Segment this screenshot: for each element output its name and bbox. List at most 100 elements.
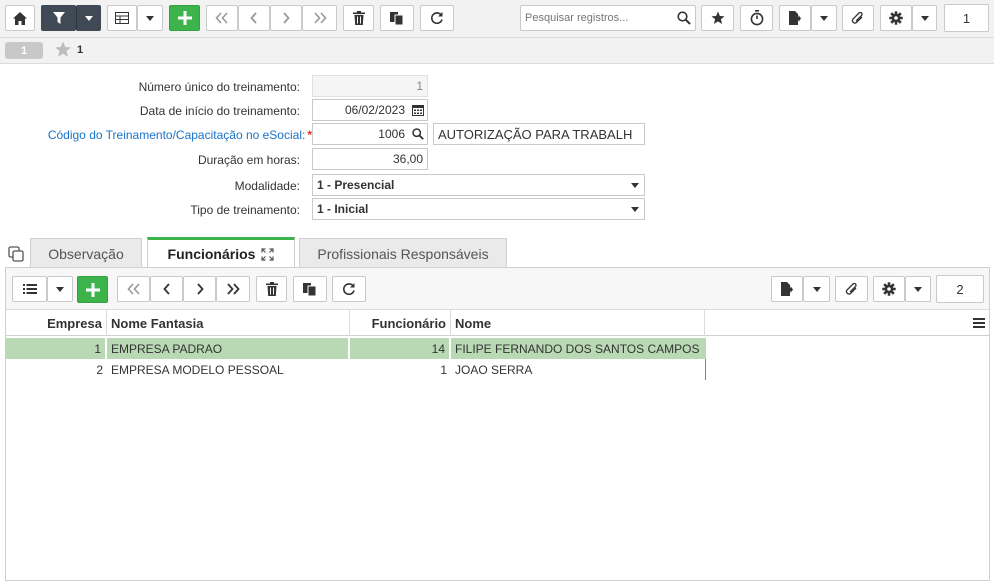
column-header-nome[interactable]: Nome (451, 310, 705, 336)
duration-value: 36,00 (392, 152, 423, 166)
tab-funcionarios[interactable]: Funcionários (147, 237, 295, 268)
file-export-icon (789, 11, 801, 25)
page-number-box[interactable]: 1 (944, 4, 989, 32)
table-row[interactable]: 2 EMPRESA MODELO PESSOAL 1 JOAO SERRA (6, 359, 706, 380)
search-icon[interactable] (409, 128, 427, 140)
list-view-dropdown-button[interactable] (47, 276, 73, 302)
home-button[interactable] (5, 5, 35, 31)
modality-value: 1 - Presencial (317, 178, 395, 192)
export-grid-button[interactable] (771, 276, 803, 302)
tab-observacao[interactable]: Observação (30, 238, 142, 268)
esocial-code-value: 1006 (378, 127, 405, 141)
grid-settings-button[interactable] (873, 276, 905, 302)
double-chevron-right-icon (313, 12, 327, 24)
search-box (520, 5, 696, 31)
training-type-label: Tipo de treinamento: (190, 203, 300, 217)
first-row-button[interactable] (117, 276, 150, 302)
export-dropdown-button[interactable] (811, 5, 837, 31)
star-icon[interactable] (54, 41, 72, 58)
copy-icon (303, 283, 317, 296)
training-id-label: Número único do treinamento: (138, 80, 300, 94)
training-type-value: 1 - Inicial (317, 202, 369, 216)
last-record-button[interactable] (302, 5, 337, 31)
calendar-icon[interactable] (409, 104, 427, 116)
duplicate-row-button[interactable] (293, 276, 327, 302)
timer-button[interactable] (740, 5, 773, 31)
duration-label: Duração em horas: (197, 153, 300, 167)
table-icon (115, 12, 129, 24)
list-view-button[interactable] (12, 276, 47, 302)
grid-settings-dropdown-button[interactable] (905, 276, 931, 302)
cell-funcionario: 1 (440, 362, 447, 377)
list-icon (22, 284, 37, 294)
start-date-field[interactable]: 06/02/2023 (312, 99, 428, 121)
tab-profissionais-responsaveis[interactable]: Profissionais Responsáveis (299, 238, 507, 268)
filter-icon (52, 12, 65, 24)
caret-down-icon (146, 15, 154, 21)
add-record-button[interactable] (169, 5, 200, 31)
plus-icon (177, 11, 192, 25)
search-icon[interactable] (677, 11, 691, 25)
chevron-left-icon (250, 12, 257, 24)
settings-dropdown-button[interactable] (912, 5, 937, 31)
esocial-code-label[interactable]: Código do Treinamento/Capacitação no eSo… (48, 128, 312, 142)
search-input[interactable] (521, 6, 695, 30)
column-header-funcionario[interactable]: Funcionário (350, 310, 451, 336)
refresh-icon (431, 12, 443, 25)
refresh-grid-button[interactable] (332, 276, 366, 302)
esocial-code-field[interactable]: 1006 (312, 123, 428, 145)
previous-row-button[interactable] (150, 276, 183, 302)
grid-attachment-button[interactable] (835, 276, 868, 302)
start-date-label: Data de início do treinamento: (139, 104, 300, 118)
next-record-button[interactable] (270, 5, 302, 31)
training-id-value: 1 (416, 79, 423, 93)
add-employee-button[interactable] (77, 276, 108, 303)
trash-icon (352, 11, 365, 25)
delete-row-button[interactable] (256, 276, 287, 302)
duration-field[interactable]: 36,00 (312, 148, 428, 170)
caret-down-icon (84, 15, 93, 21)
tab-label: Funcionários (167, 246, 256, 262)
caret-down-icon (812, 286, 821, 292)
attachment-button[interactable] (842, 5, 874, 31)
first-record-button[interactable] (206, 5, 238, 31)
delete-button[interactable] (343, 5, 374, 31)
grid-view-dropdown-button[interactable] (137, 5, 163, 31)
grid-view-button[interactable] (107, 5, 137, 31)
filter-dropdown-button[interactable] (76, 5, 101, 31)
esocial-description: AUTORIZAÇÃO PARA TRABALH (438, 126, 633, 142)
record-number-badge[interactable]: 1 (5, 42, 43, 59)
next-row-button[interactable] (183, 276, 216, 302)
previous-record-button[interactable] (238, 5, 270, 31)
last-row-button[interactable] (216, 276, 250, 302)
cell-funcionario: 14 (350, 338, 451, 359)
main-toolbar: 1 (0, 0, 994, 38)
column-menu-icon[interactable] (973, 318, 985, 328)
stopwatch-icon (750, 10, 763, 26)
duplicate-button[interactable] (380, 5, 414, 31)
grid-page-number-box[interactable]: 2 (936, 275, 984, 303)
modality-label: Modalidade: (234, 179, 300, 193)
favorites-count: 1 (77, 44, 84, 56)
esocial-description-field: AUTORIZAÇÃO PARA TRABALH (433, 123, 645, 145)
column-header-nome-fantasia[interactable]: Nome Fantasia (107, 310, 350, 336)
export-button[interactable] (779, 5, 811, 31)
star-icon (711, 11, 724, 24)
paperclip-icon (845, 282, 857, 295)
start-date-value: 06/02/2023 (344, 103, 405, 117)
favorite-button[interactable] (701, 5, 734, 31)
expand-icon[interactable] (261, 247, 275, 261)
copy-icon[interactable] (8, 246, 24, 262)
training-type-select[interactable]: 1 - Inicial (312, 198, 645, 220)
export-grid-dropdown-button[interactable] (803, 276, 830, 302)
settings-button[interactable] (880, 5, 912, 31)
chevron-right-icon (283, 12, 290, 24)
column-header-empresa[interactable]: Empresa (6, 310, 107, 336)
modality-select[interactable]: 1 - Presencial (312, 174, 645, 196)
refresh-button[interactable] (420, 5, 454, 31)
caret-down-icon (914, 286, 922, 292)
filter-button[interactable] (41, 5, 76, 31)
cell-nome: FILIPE FERNANDO DOS SANTOS CAMPOS (455, 341, 700, 356)
table-row[interactable]: 1 EMPRESA PADRAO 14 FILIPE FERNANDO DOS … (6, 338, 706, 359)
trash-icon (265, 282, 278, 296)
